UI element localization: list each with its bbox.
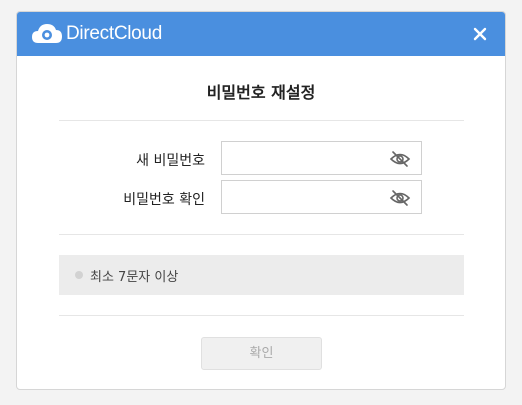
rule-status-dot bbox=[75, 271, 83, 279]
eye-slash-icon[interactable] bbox=[389, 189, 411, 207]
eye-slash-icon[interactable] bbox=[389, 150, 411, 168]
divider bbox=[59, 315, 464, 316]
brand-logo: DirectCloud bbox=[32, 22, 162, 46]
new-password-input[interactable] bbox=[222, 142, 382, 174]
rule-min-length: 최소 7문자 이상 bbox=[90, 270, 179, 285]
divider bbox=[59, 120, 464, 121]
dialog-header: DirectCloud bbox=[17, 12, 505, 56]
brand-name: DirectCloud bbox=[66, 23, 162, 44]
confirm-password-field[interactable] bbox=[221, 180, 422, 214]
divider bbox=[59, 234, 464, 235]
password-rules: 최소 7문자 이상 bbox=[59, 255, 464, 295]
cloud-logo-icon bbox=[32, 24, 62, 43]
confirm-password-input[interactable] bbox=[222, 181, 382, 213]
new-password-field[interactable] bbox=[221, 141, 422, 175]
new-password-label: 새 비밀번호 bbox=[136, 153, 205, 169]
close-icon[interactable] bbox=[472, 26, 488, 42]
confirm-password-label: 비밀번호 확인 bbox=[123, 192, 205, 208]
confirm-button[interactable]: 확인 bbox=[201, 337, 322, 370]
dialog-title: 비밀번호 재설정 bbox=[206, 83, 316, 102]
reset-password-dialog: DirectCloud 비밀번호 재설정 새 비밀번호 비밀번호 확인 최소 7… bbox=[16, 11, 506, 390]
